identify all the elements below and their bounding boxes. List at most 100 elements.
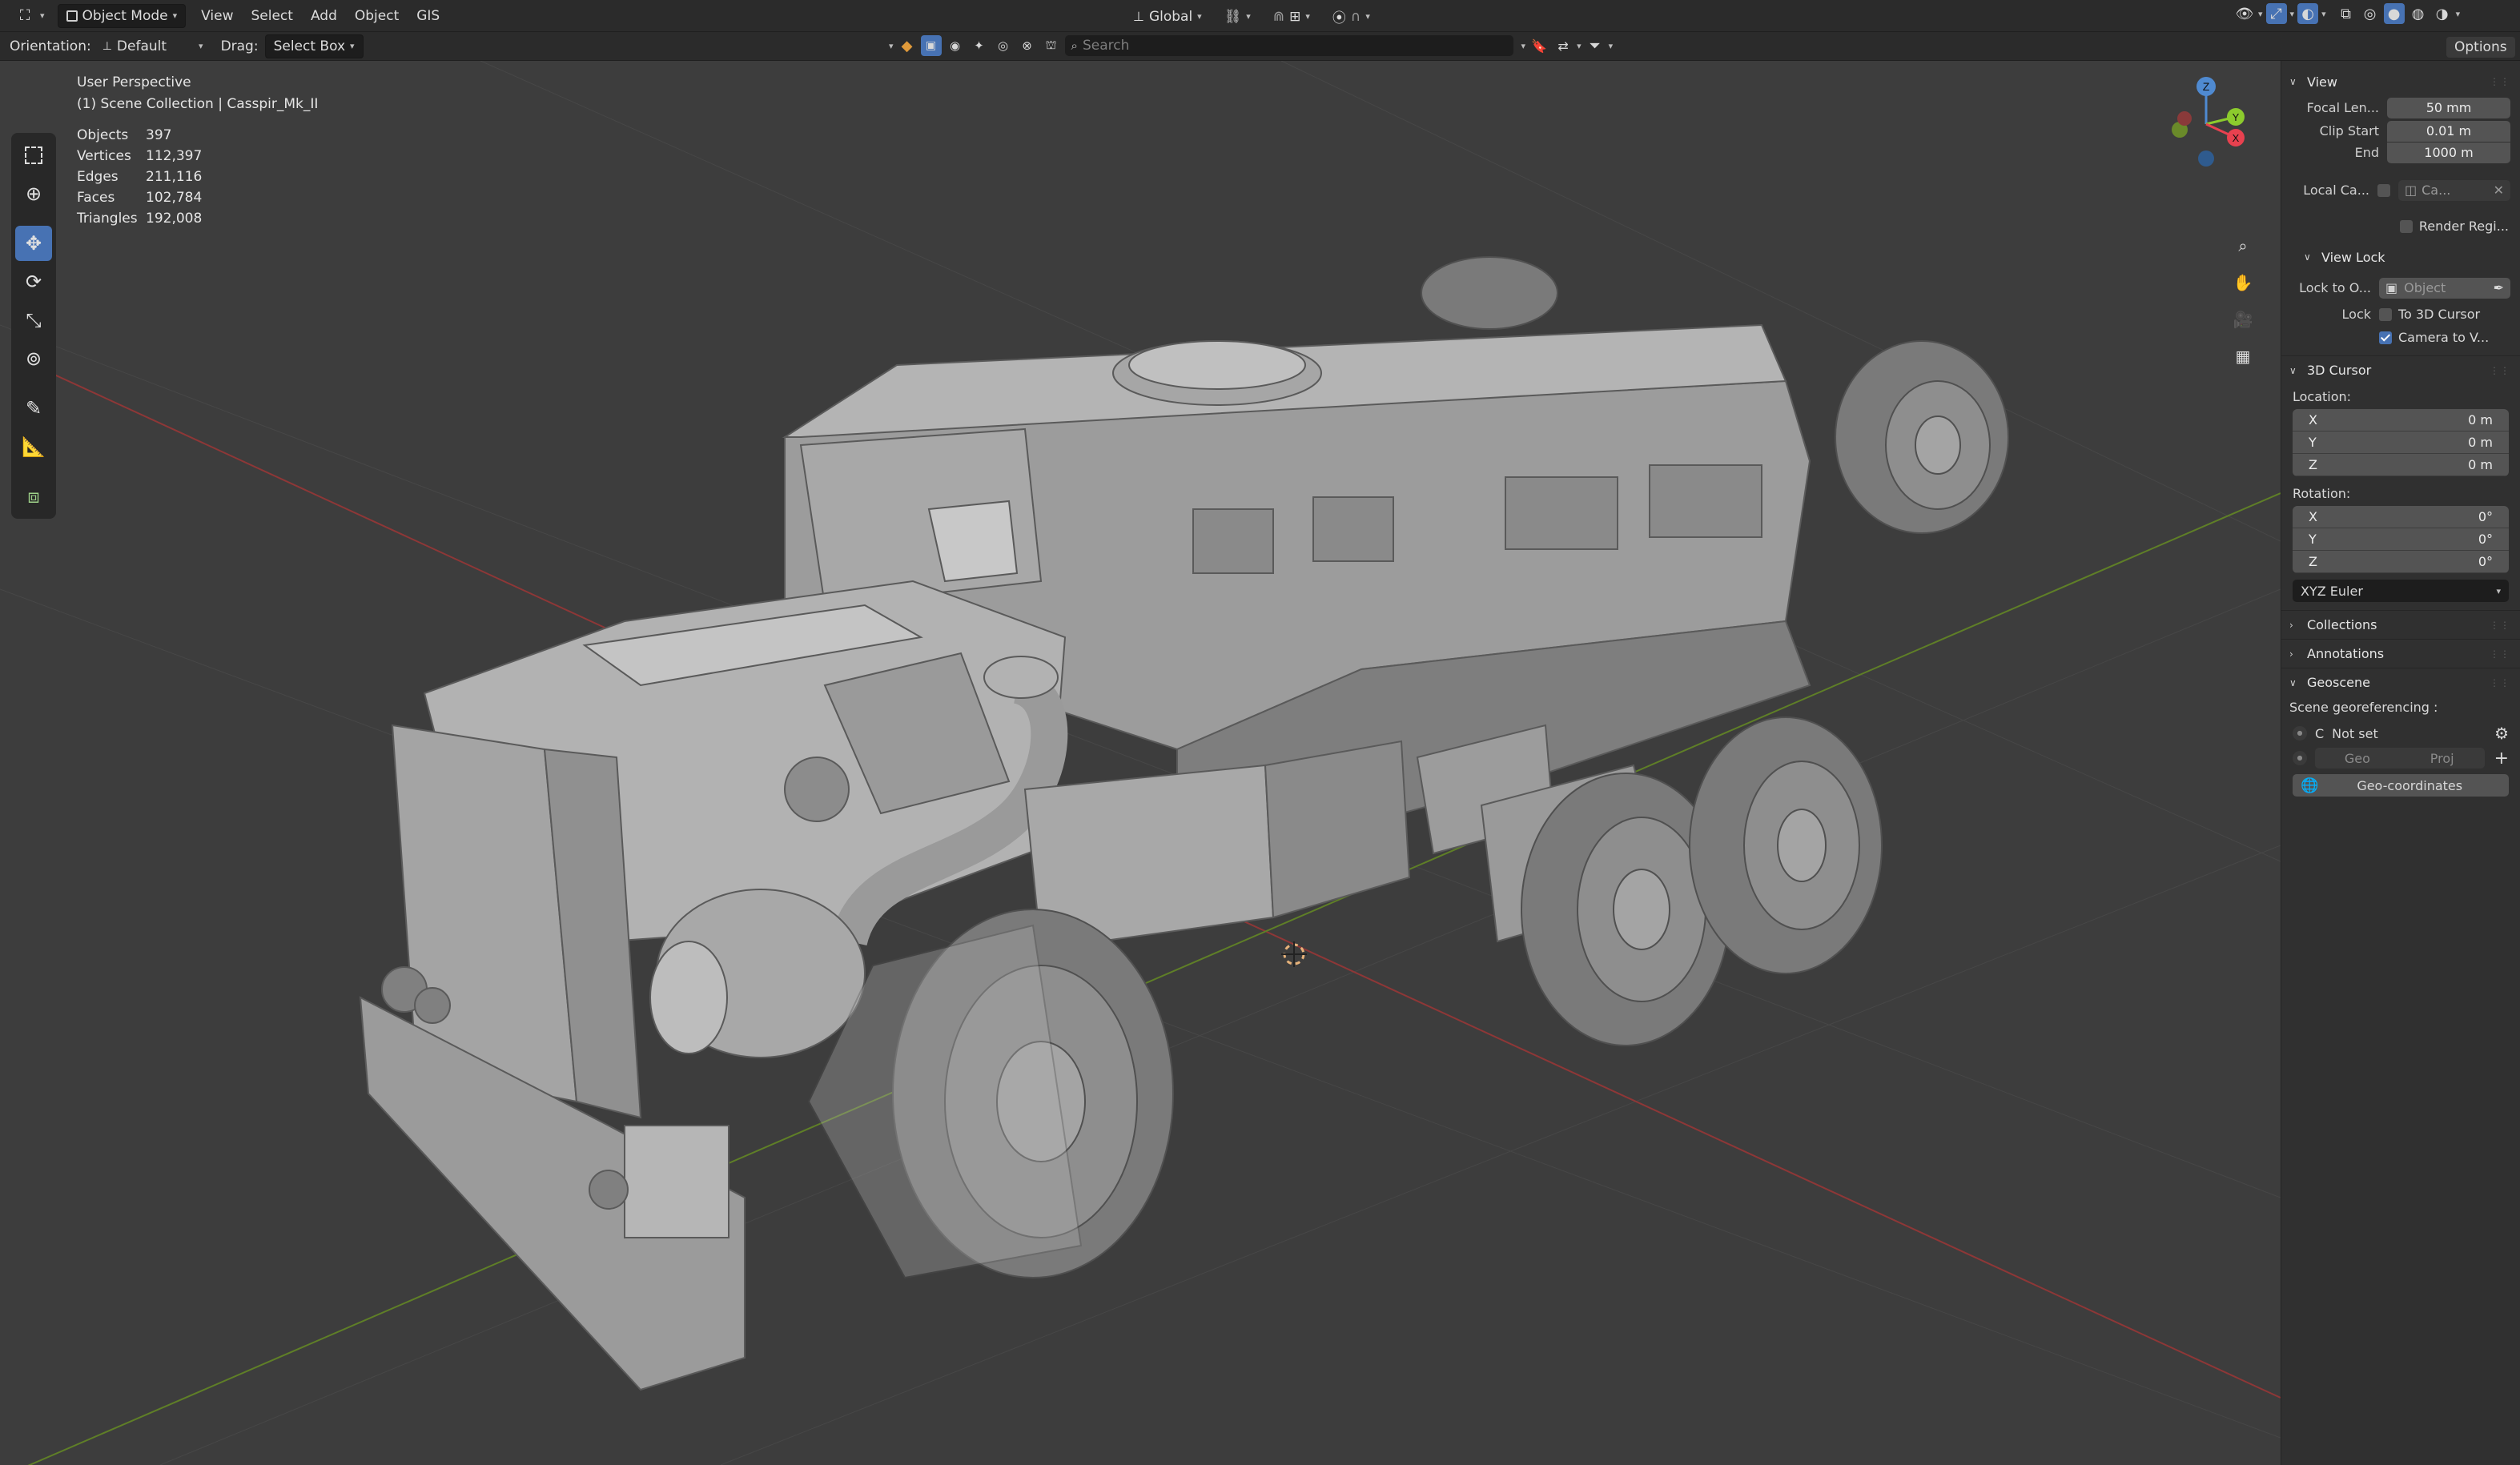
lock-to-cursor-checkbox[interactable]: [2379, 307, 2392, 321]
view-section-header[interactable]: ∨ View ⋮⋮: [2281, 67, 2520, 96]
scale-tool[interactable]: ⤡: [15, 303, 52, 338]
chevron-down-icon: ▾: [1246, 11, 1251, 22]
chevron-down-icon: ▾: [1608, 40, 1614, 51]
annotate-tool[interactable]: ✎: [15, 391, 52, 426]
axis-gizmo[interactable]: Z Y X: [2162, 72, 2250, 176]
select-box-tool[interactable]: [15, 138, 52, 173]
empty-filter-icon[interactable]: ⊗: [1017, 35, 1038, 56]
camera-to-view-checkbox[interactable]: [2379, 331, 2392, 344]
zoom-view-button[interactable]: ⌕: [2226, 229, 2260, 263]
chevron-down-icon: ▾: [1577, 40, 1582, 51]
3d-cursor-section-header[interactable]: ∨ 3D Cursor ⋮⋮: [2281, 355, 2520, 384]
close-icon[interactable]: ✕: [2494, 183, 2504, 198]
drag-handle-icon[interactable]: ⋮⋮: [2490, 620, 2510, 631]
shading-solid-icon[interactable]: ●: [2383, 3, 2405, 24]
focal-length-input[interactable]: 50 mm: [2387, 97, 2510, 118]
object-mode-icon: [66, 10, 78, 22]
location-z-field[interactable]: Z 0 m: [2293, 454, 2509, 476]
rotation-z-field[interactable]: Z 0°: [2293, 551, 2509, 573]
pan-view-button[interactable]: ✋: [2226, 266, 2260, 299]
drag-handle-icon[interactable]: ⋮⋮: [2490, 76, 2510, 87]
object-filter-icon[interactable]: ▣: [920, 35, 942, 56]
menu-gis[interactable]: GIS: [408, 5, 448, 27]
rotation-x-field[interactable]: X 0°: [2293, 506, 2509, 528]
proportional-edit-toggle[interactable]: ⦿ ∩ ▾: [1324, 3, 1378, 30]
drag-label: Drag:: [220, 38, 259, 54]
stat-label: Edges: [77, 169, 119, 185]
camera-view-button[interactable]: 🎥: [2226, 303, 2260, 336]
other-filter-icon[interactable]: ⛫: [1041, 35, 1062, 56]
drag-handle-icon[interactable]: ⋮⋮: [2490, 677, 2510, 688]
render-region-row: Render Regi...: [2281, 215, 2520, 238]
drag-value: Select Box: [273, 38, 346, 54]
eyedropper-icon[interactable]: ✒: [2494, 280, 2504, 295]
menu-view[interactable]: View: [192, 5, 242, 27]
filter-funnel-icon[interactable]: ⏷: [1585, 35, 1606, 56]
location-y-field[interactable]: Y 0 m: [2293, 431, 2509, 454]
render-region-checkbox[interactable]: [2399, 219, 2413, 233]
overlays-toggle-icon[interactable]: ◐: [2297, 3, 2319, 24]
geo-coordinates-button[interactable]: 🌐 Geo-coordinates: [2293, 774, 2509, 797]
rotation-mode-dropdown[interactable]: XYZ Euler ▾: [2293, 580, 2509, 602]
measure-ruler-icon: 📐: [22, 435, 46, 458]
location-x-field[interactable]: X 0 m: [2293, 409, 2509, 431]
visibility-eye-icon[interactable]: 👁: [2234, 3, 2255, 24]
drag-handle-icon[interactable]: ⋮⋮: [2490, 648, 2510, 660]
local-camera-checkbox[interactable]: [2377, 183, 2390, 197]
pivot-point-dropdown[interactable]: ⛓ ▾: [1216, 6, 1259, 28]
lock-to-object-field[interactable]: ▣ Object ✒: [2379, 277, 2510, 299]
chevron-down-icon[interactable]: ▾: [889, 41, 894, 51]
stat-row-triangles: Triangles 192,008: [77, 208, 202, 229]
shading-wireframe-icon[interactable]: ◎: [2360, 3, 2381, 24]
camera-filter-icon[interactable]: ◎: [993, 35, 1014, 56]
shading-material-icon[interactable]: ◍: [2408, 3, 2429, 24]
rotate-tool[interactable]: ⟳: [15, 264, 52, 299]
menu-object[interactable]: Object: [346, 5, 408, 27]
drag-dropdown[interactable]: Select Box ▾: [264, 34, 364, 58]
view-lock-section-header[interactable]: ∨ View Lock: [2281, 243, 2520, 271]
gizmo-toggle-icon[interactable]: ⤢: [2265, 3, 2287, 24]
sync-icon[interactable]: ⇄: [1553, 35, 1573, 56]
options-button[interactable]: Options: [2446, 37, 2515, 58]
annotations-section-header[interactable]: › Annotations ⋮⋮: [2281, 639, 2520, 668]
shading-rendered-icon[interactable]: ◑: [2432, 3, 2453, 24]
measure-tool[interactable]: 📐: [15, 429, 52, 464]
chevron-down-icon: ∨: [2289, 364, 2297, 376]
proj-button[interactable]: Proj: [2400, 748, 2485, 769]
add-icon[interactable]: +: [2494, 749, 2509, 769]
bookmark-icon[interactable]: 🔖: [1529, 35, 1549, 56]
add-cube-tool[interactable]: ⧈: [15, 479, 52, 514]
clip-end-input[interactable]: 1000 m: [2387, 142, 2510, 163]
geoscene-section-header[interactable]: ∨ Geoscene ⋮⋮: [2281, 668, 2520, 696]
local-camera-row: Local Ca... ◫ Ca... ✕: [2281, 179, 2520, 202]
chevron-down-icon[interactable]: ▾: [1521, 41, 1526, 51]
rotation-y-field[interactable]: Y 0°: [2293, 528, 2509, 551]
settings-gear-icon[interactable]: ⚙: [2494, 724, 2509, 743]
chevron-right-icon: ›: [2289, 648, 2293, 660]
ortho-toggle-button[interactable]: ▦: [2226, 339, 2260, 373]
move-tool[interactable]: ✥: [15, 226, 52, 261]
mode-dropdown[interactable]: Object Mode ▾: [57, 3, 187, 28]
menu-add[interactable]: Add: [302, 5, 346, 27]
collection-label: (1) Scene Collection | Casspir_Mk_II: [77, 96, 319, 112]
cursor-tool[interactable]: ⊕: [15, 176, 52, 211]
local-camera-field[interactable]: ◫ Ca... ✕: [2398, 179, 2510, 201]
render-region-label: Render Regi...: [2418, 219, 2509, 234]
light-filter-icon[interactable]: ✦: [969, 35, 990, 56]
orientation-dropdown[interactable]: ⊥ Default ▾: [94, 35, 211, 58]
menu-select[interactable]: Select: [243, 5, 302, 27]
navigation-gizmo[interactable]: Z Y X: [2162, 72, 2250, 176]
search-input[interactable]: ⌕ Search: [1064, 35, 1513, 56]
clip-start-input[interactable]: 0.01 m: [2387, 120, 2510, 142]
drag-handle-icon[interactable]: ⋮⋮: [2490, 365, 2510, 376]
xray-toggle-icon[interactable]: ⧉: [2336, 3, 2357, 24]
geo-button[interactable]: Geo: [2315, 748, 2400, 769]
transform-tool[interactable]: ⊚: [15, 341, 52, 376]
mesh-filter-icon[interactable]: ◉: [945, 35, 966, 56]
scene-color-icon[interactable]: ◆: [897, 35, 918, 56]
snap-toggle[interactable]: ⋒ ⊞ ▾: [1265, 6, 1318, 28]
3d-viewport[interactable]: User Perspective (1) Scene Collection | …: [0, 61, 2281, 1465]
transform-orientation-dropdown[interactable]: ⊥ Global ▾: [1125, 6, 1210, 28]
collections-section-header[interactable]: › Collections ⋮⋮: [2281, 610, 2520, 639]
editor-type-button[interactable]: ⛶ ▾: [6, 2, 53, 30]
